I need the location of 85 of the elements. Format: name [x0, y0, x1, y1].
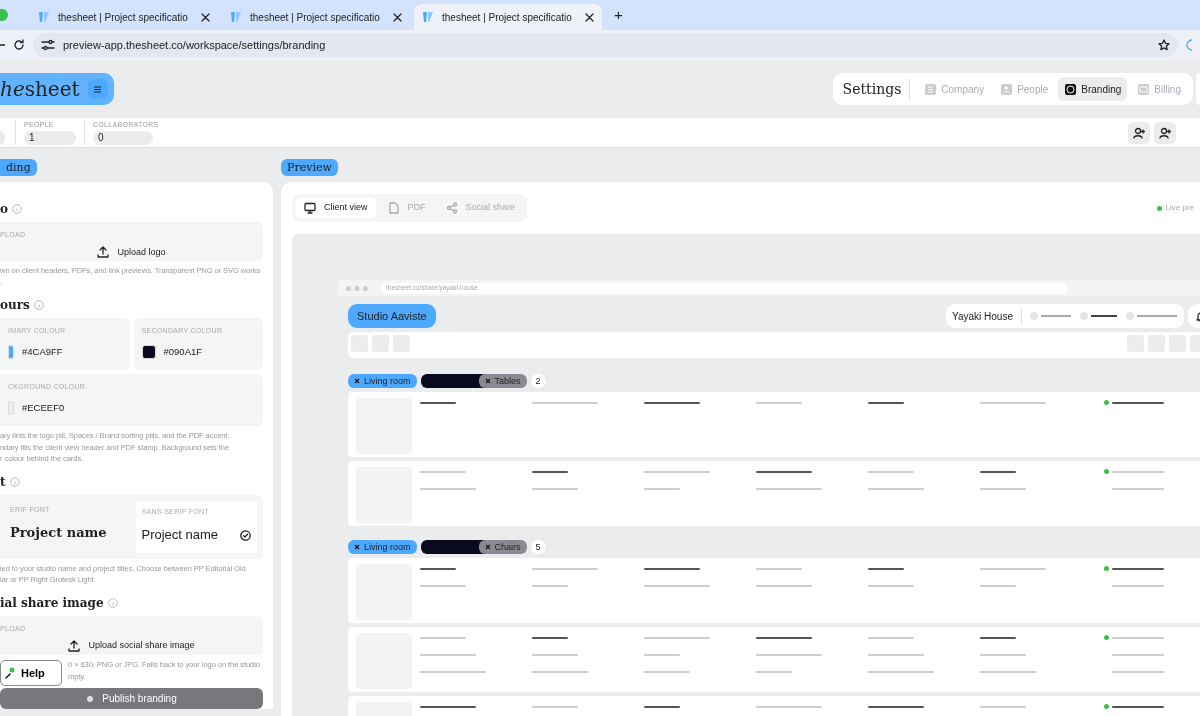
invite-button[interactable]	[1154, 121, 1176, 144]
colour-swatch[interactable]	[8, 344, 14, 359]
filter-tag[interactable]: Tables	[478, 374, 527, 388]
studio-pill: Studio Aaviste	[348, 304, 436, 328]
info-icon	[9, 476, 20, 487]
address-bar[interactable]: preview-app.thesheet.co/workspace/settings/branding	[33, 33, 1178, 57]
browser-tab[interactable]: thesheet | Project specificatio	[30, 4, 218, 30]
section-heading: t	[0, 473, 6, 491]
colour-swatch[interactable]	[8, 400, 14, 415]
browser-tab[interactable]: thesheet | Project specificatio	[414, 4, 602, 30]
profile-icon[interactable]	[1186, 39, 1192, 51]
upload-icon	[68, 640, 81, 653]
new-tab-button[interactable]: +	[614, 3, 623, 27]
building-icon	[924, 82, 938, 96]
menu-icon	[93, 85, 103, 93]
stat-value: 1	[24, 130, 76, 145]
card-icon	[1137, 82, 1151, 96]
section-heading: o	[0, 201, 8, 218]
help-icon	[5, 667, 17, 679]
info-icon	[12, 204, 22, 214]
menu-button[interactable]	[87, 79, 108, 99]
status-dot-icon	[1104, 400, 1109, 405]
star-icon[interactable]	[1158, 39, 1170, 51]
close-icon[interactable]	[585, 12, 594, 22]
window-control-icon[interactable]	[0, 9, 8, 21]
stat-value: 0	[93, 130, 153, 145]
font-sample: Project name	[10, 524, 107, 543]
filter-tag[interactable]: Living room	[348, 374, 417, 388]
status-dot-icon	[1104, 635, 1109, 640]
close-icon[interactable]	[354, 378, 360, 384]
favicon-icon	[422, 11, 434, 23]
view-option-drawing[interactable]	[1080, 312, 1118, 320]
tab-title: thesheet | Project specificatio	[250, 10, 381, 25]
upload-link[interactable]: Upload logo	[117, 245, 166, 259]
project-name: Yayaki House	[952, 308, 1022, 324]
count-badge: 2	[530, 374, 546, 388]
reload-icon[interactable]	[13, 39, 25, 51]
colour-swatch[interactable]	[141, 344, 156, 359]
people-icon	[1000, 82, 1014, 96]
colour-value: #4CA9FF	[22, 344, 63, 359]
section-tag: Preview	[281, 159, 338, 176]
add-person-icon	[1133, 126, 1145, 139]
logo-text: hesheet	[0, 76, 80, 103]
section-heading: ial share image	[0, 594, 104, 612]
filter-tag[interactable]: Chairs	[478, 540, 527, 554]
settings-tab[interactable]: Branding	[1058, 77, 1128, 101]
help-button[interactable]: Help	[0, 660, 62, 686]
info-icon	[107, 597, 118, 608]
close-icon[interactable]	[393, 12, 402, 22]
document-icon	[387, 202, 400, 214]
sparkle-icon	[86, 694, 95, 703]
tab-title: thesheet | Project specificatio	[442, 10, 573, 25]
colour-value: #ECEEF0	[22, 400, 65, 415]
check-icon	[240, 529, 251, 541]
favicon-icon	[230, 11, 242, 23]
monitor-icon	[304, 202, 316, 214]
section-tag: ding	[0, 159, 37, 176]
url-text: preview-app.thesheet.co/workspace/settings/branding	[63, 37, 326, 53]
count-badge: 5	[530, 540, 546, 554]
live-status: Live pre	[1165, 202, 1194, 214]
palette-icon	[1064, 82, 1078, 96]
settings-title: Settings	[842, 78, 911, 100]
browser-tab[interactable]: thesheet | Project specificatio	[222, 4, 410, 30]
share-icon	[445, 202, 458, 214]
close-icon[interactable]	[354, 544, 360, 550]
invite-button[interactable]	[1128, 121, 1150, 144]
status-dot-icon	[1156, 205, 1162, 211]
window-dots-icon	[346, 285, 370, 291]
upload-link[interactable]: Upload social share image	[88, 639, 195, 653]
add-user-icon	[1159, 126, 1171, 139]
publish-button[interactable]: Publish branding	[0, 688, 263, 709]
font-sample: Project name	[141, 526, 219, 545]
status-dot-icon	[1104, 469, 1109, 474]
close-icon[interactable]	[201, 12, 210, 22]
preview-tab[interactable]: Client view	[296, 198, 376, 218]
filter-tag[interactable]: Living room	[348, 540, 417, 554]
favicon-icon	[38, 11, 50, 23]
status-dot-icon	[1104, 704, 1109, 709]
site-settings-icon[interactable]	[41, 39, 55, 51]
colour-value: #090A1F	[163, 344, 203, 359]
info-icon	[33, 300, 44, 311]
upload-icon	[97, 246, 110, 259]
status-dot-icon	[1104, 566, 1109, 571]
section-heading: ours	[0, 297, 30, 315]
tab-title: thesheet | Project specificatio	[58, 10, 189, 25]
